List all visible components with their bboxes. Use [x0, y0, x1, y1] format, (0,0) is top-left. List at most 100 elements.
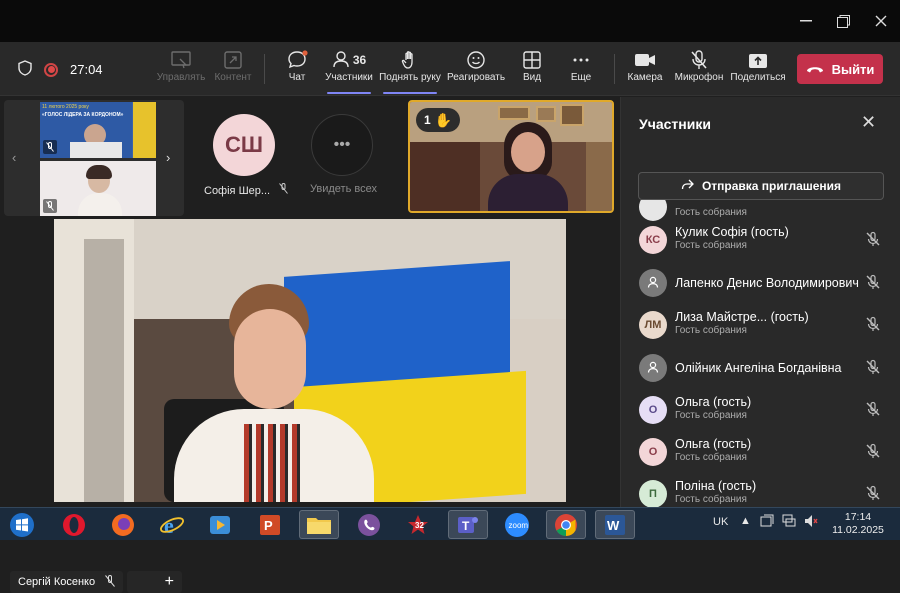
clock[interactable]: 17:14 11.02.2025 [828, 511, 888, 537]
pin-button[interactable]: + [127, 571, 182, 593]
maximize-icon[interactable] [833, 12, 853, 30]
see-all-label: Увидеть всех [310, 183, 377, 195]
react-label: Реагировать [446, 72, 506, 83]
avatar: П [639, 480, 667, 507]
clock-date: 11.02.2025 [832, 524, 884, 536]
toolbar-divider [614, 54, 615, 84]
invite-label: Отправка приглашения [701, 179, 842, 193]
participants-button[interactable]: 36 Участники [323, 48, 375, 94]
list-item[interactable]: П Поліна (гость) Гость собрания [621, 473, 900, 507]
list-item[interactable]: О Ольга (гость) Гость собрания [621, 389, 900, 429]
raise-hand-button[interactable]: Поднять руку [379, 48, 441, 94]
internet-explorer-icon[interactable]: e [152, 510, 192, 539]
more-label: Еще [570, 72, 592, 83]
hand-icon: ✋ [434, 111, 453, 128]
video-thumbnail[interactable]: 11 лютого 2025 року «ГОЛОС ЛІДЕРА ЗА КОР… [40, 102, 156, 158]
participant-role: Гость собрания [675, 494, 747, 505]
recording-icon[interactable] [44, 62, 58, 77]
meeting-timer: 27:04 [70, 62, 103, 77]
main-video[interactable] [54, 219, 566, 502]
list-item[interactable]: Олійник Ангеліна Богданівна [621, 347, 900, 387]
content-button[interactable]: Контент [212, 48, 254, 92]
mic-off-icon [105, 574, 115, 590]
word-icon[interactable]: W [595, 510, 635, 539]
avatar[interactable]: СШ [213, 114, 275, 176]
avatar [639, 200, 667, 221]
mic-off-icon[interactable] [865, 359, 881, 375]
see-all-button[interactable]: ••• [311, 114, 373, 176]
view-button[interactable]: Вид [519, 48, 545, 92]
share-label: Поделиться [730, 72, 786, 83]
raised-hand-video[interactable]: 1 ✋ [408, 100, 614, 213]
game-badge: 32 [415, 521, 424, 530]
volume-muted-icon[interactable] [804, 514, 818, 531]
media-player-icon[interactable] [200, 510, 240, 539]
video-thumbnail[interactable] [40, 161, 156, 216]
opera-icon[interactable] [54, 510, 94, 539]
viber-icon[interactable] [349, 510, 389, 539]
minimize-icon[interactable] [796, 12, 816, 30]
avatar: О [639, 438, 667, 466]
title-bar [0, 0, 900, 42]
chat-button[interactable]: Чат [282, 48, 312, 92]
leave-label: Выйти [831, 61, 875, 77]
participant-name: Ольга (гость) [675, 395, 752, 409]
participant-name: Софія Шер... [204, 183, 289, 197]
zoom-label: zoom [509, 521, 529, 530]
list-item[interactable]: КС Кулик Софія (гость) Гость собрания [621, 219, 900, 259]
windows-start-icon[interactable] [2, 510, 42, 539]
participant-name-text: Софія Шер... [204, 185, 271, 197]
chrome-icon[interactable] [546, 510, 586, 539]
camera-button[interactable]: Камера [627, 48, 663, 92]
share-icon [681, 179, 694, 194]
close-icon[interactable] [871, 12, 891, 30]
firefox-icon[interactable] [103, 510, 143, 539]
powerpoint-icon[interactable]: P [250, 510, 290, 539]
mic-off-icon[interactable] [865, 274, 881, 290]
participants-label: Участники [325, 72, 373, 83]
leave-button[interactable]: Выйти [797, 54, 883, 84]
close-icon[interactable]: ✕ [861, 112, 876, 133]
share-button[interactable]: Поделиться [730, 48, 786, 92]
action-center-icon[interactable] [760, 514, 774, 531]
panel-title: Участники [639, 116, 711, 132]
plus-icon: + [164, 573, 174, 590]
banner-title: «ГОЛОС ЛІДЕРА ЗА КОРДОНОМ» [42, 112, 124, 118]
chevron-left-icon[interactable]: ‹ [12, 150, 16, 165]
svg-text:T: T [462, 519, 470, 533]
invite-button[interactable]: Отправка приглашения [638, 172, 884, 200]
react-button[interactable]: Реагировать [447, 48, 505, 92]
mic-off-icon[interactable] [865, 485, 881, 501]
microphone-button[interactable]: Микрофон [674, 48, 724, 92]
chat-label: Чат [288, 72, 306, 83]
list-item[interactable]: Лапенко Денис Володимирович [621, 262, 900, 302]
game-icon[interactable]: 32 [398, 510, 438, 539]
zoom-icon[interactable]: zoom [497, 510, 537, 539]
clock-time: 17:14 [844, 511, 872, 523]
chevron-up-icon[interactable]: ▲ [740, 515, 751, 527]
language-indicator[interactable]: UK [713, 516, 728, 528]
mic-off-icon[interactable] [865, 316, 881, 332]
mic-off-icon [279, 183, 289, 197]
list-item[interactable]: О Ольга (гость) Гость собрания [621, 431, 900, 471]
person-icon [646, 360, 660, 377]
manage-button[interactable]: Управлять [157, 48, 205, 92]
participant-role: Гость собрания [675, 207, 747, 218]
list-item[interactable]: ЛМ Лиза Майстре... (гость) Гость собрания [621, 304, 900, 344]
mic-off-icon[interactable] [865, 443, 881, 459]
chevron-right-icon[interactable]: › [166, 150, 170, 165]
shield-icon[interactable] [18, 60, 32, 79]
mic-off-icon[interactable] [865, 231, 881, 247]
participant-role: Гость собрания [675, 452, 747, 463]
network-icon[interactable] [782, 514, 796, 531]
avatar: ЛМ [639, 311, 667, 339]
mic-off-icon [43, 199, 57, 213]
more-button[interactable]: Еще [569, 48, 593, 92]
smile-icon [466, 48, 486, 72]
more-icon [572, 48, 590, 72]
file-explorer-icon[interactable] [299, 510, 339, 539]
manage-icon [171, 48, 191, 72]
teams-icon[interactable]: T [448, 510, 488, 539]
mic-off-icon[interactable] [865, 401, 881, 417]
raised-hands-count: 1 [424, 113, 431, 127]
